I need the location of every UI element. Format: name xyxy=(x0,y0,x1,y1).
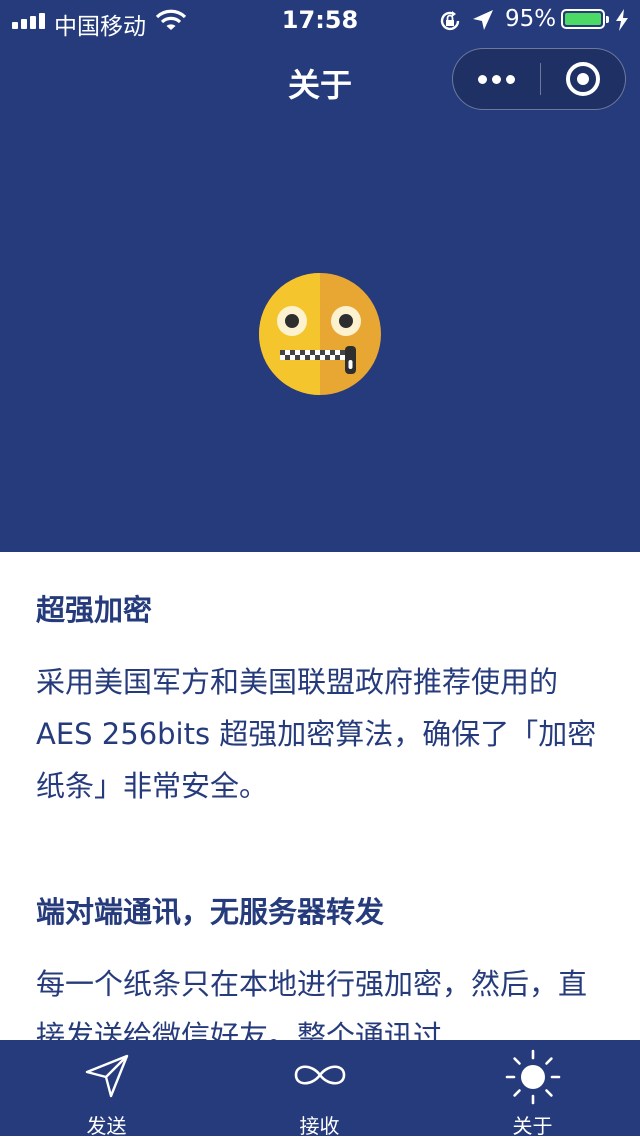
section-e2e: 端对端通讯，无服务器转发 每一个纸条只在本地进行强加密，然后，直接发送给微信好友… xyxy=(36,888,606,1062)
section-encryption: 超强加密 采用美国军方和美国联盟政府推荐使用的 AES 256bits 超强加密… xyxy=(36,586,606,812)
about-content: 超强加密 采用美国军方和美国联盟政府推荐使用的 AES 256bits 超强加密… xyxy=(36,586,606,1062)
more-button[interactable] xyxy=(453,49,540,109)
charging-icon xyxy=(616,9,628,31)
tab-send[interactable]: 发送 xyxy=(0,1040,213,1138)
section-heading: 端对端通讯，无服务器转发 xyxy=(36,895,385,929)
tab-bar: 发送 接收 关于 xyxy=(0,1040,640,1138)
tab-label: 关于 xyxy=(512,1114,553,1138)
send-icon xyxy=(85,1054,128,1098)
infinity-icon xyxy=(294,1065,345,1085)
tab-label: 发送 xyxy=(86,1114,127,1138)
section-body: 采用美国军方和美国联盟政府推荐使用的 AES 256bits 超强加密算法，确保… xyxy=(36,665,597,803)
tab-about[interactable]: 关于 xyxy=(426,1040,639,1138)
miniprogram-capsule xyxy=(452,48,626,110)
battery-icon xyxy=(561,9,609,29)
section-heading: 超强加密 xyxy=(36,593,153,627)
battery-percent: 95% xyxy=(505,6,557,32)
tab-label: 接收 xyxy=(299,1114,340,1138)
tab-receive[interactable]: 接收 xyxy=(213,1040,426,1138)
sun-icon xyxy=(505,1049,560,1105)
orientation-lock-icon xyxy=(440,11,460,31)
location-icon xyxy=(473,10,493,30)
zipper-mouth-face-icon xyxy=(259,273,381,395)
close-miniprogram-button[interactable] xyxy=(541,49,627,109)
status-bar: 中国移动 17:58 95% xyxy=(0,0,640,40)
